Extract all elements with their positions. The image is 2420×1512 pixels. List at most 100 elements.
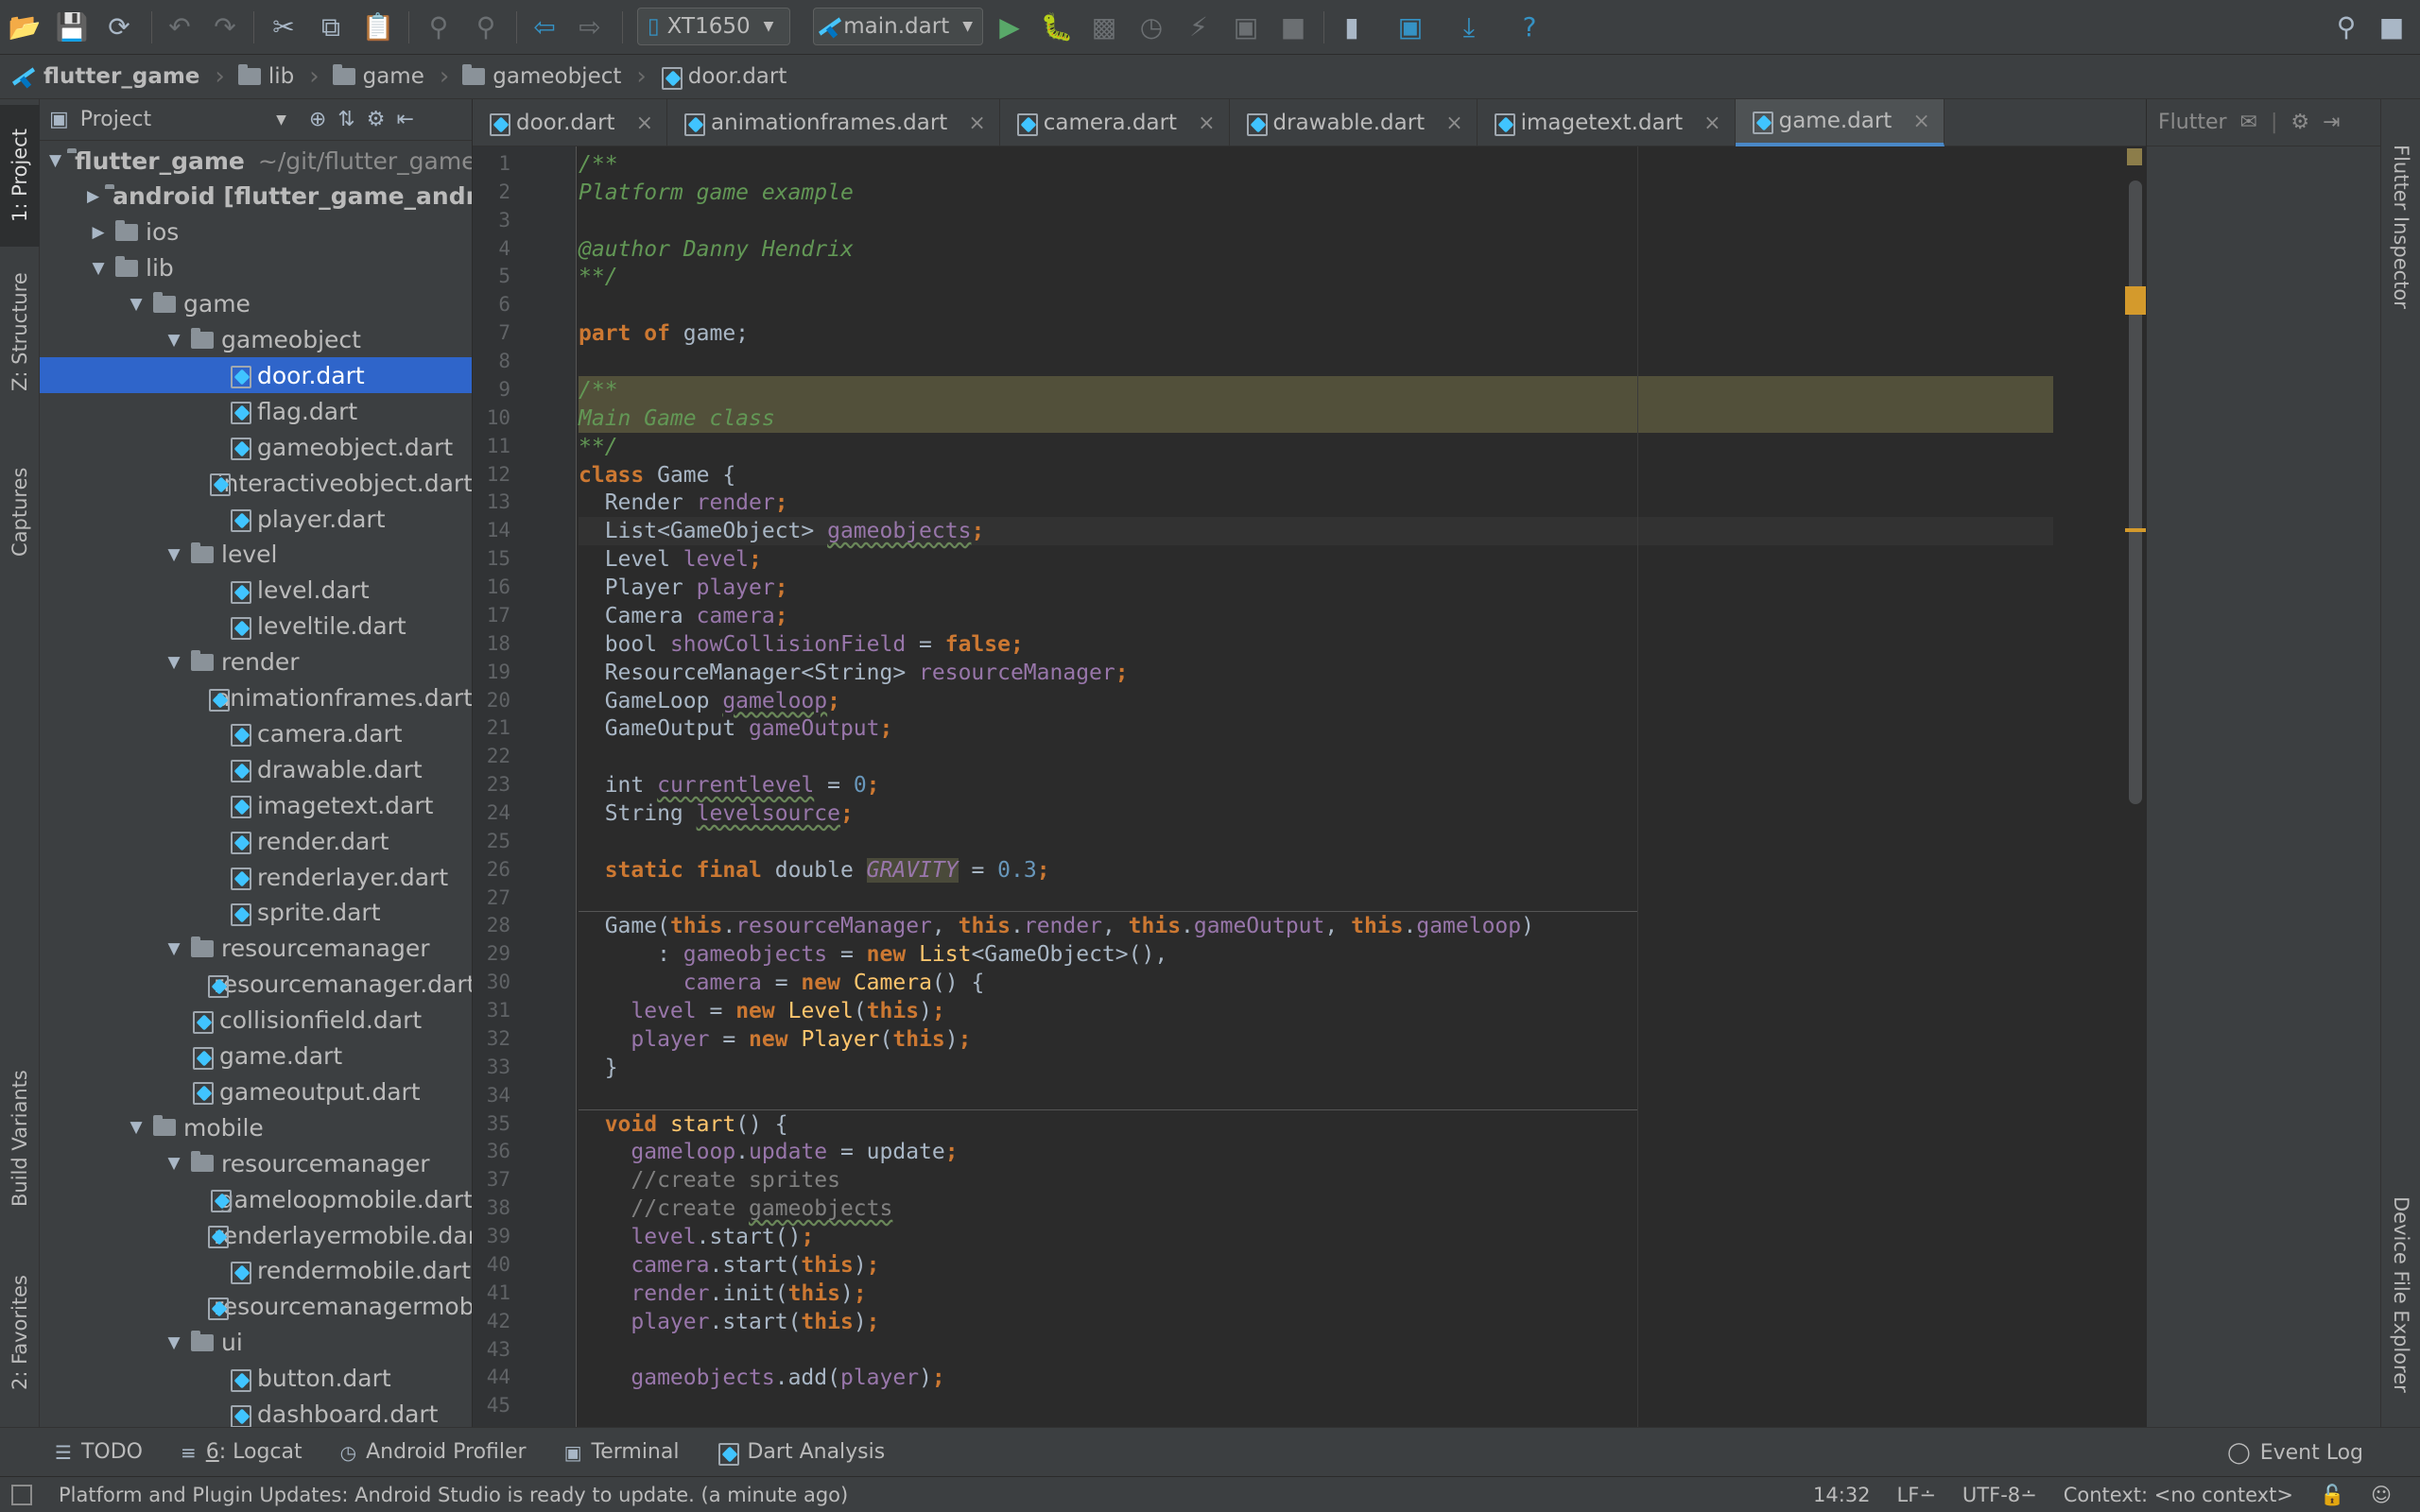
paste-icon[interactable]: 📋	[359, 9, 397, 46]
vertical-scrollbar[interactable]	[2129, 180, 2142, 804]
code-line[interactable]: static final double GRAVITY = 0.3;	[579, 856, 2053, 885]
code-line[interactable]: gameloop.update = update;	[579, 1138, 2053, 1166]
tool-tab-terminal[interactable]: ▣ Terminal	[564, 1440, 680, 1464]
device-selector[interactable]: ▯ XT1650 ▼	[637, 8, 790, 45]
expanded-arrow-icon[interactable]: ▼	[163, 939, 185, 958]
expanded-arrow-icon[interactable]: ▼	[125, 1118, 147, 1137]
tree-folder[interactable]: ▼ flutter_game ~/git/flutter_game	[40, 143, 472, 179]
inspector-icon[interactable]: ☺	[2371, 1484, 2392, 1506]
code-line[interactable]: level = new Level(this);	[579, 997, 2053, 1025]
tree-file[interactable]: resourcemanager.dart	[40, 967, 472, 1003]
tree-file[interactable]: camera.dart	[40, 715, 472, 751]
tree-folder[interactable]: ▼ ui	[40, 1325, 472, 1361]
expanded-arrow-icon[interactable]: ▼	[125, 295, 147, 314]
code-line[interactable]	[579, 1336, 2053, 1365]
code-line[interactable]: //create gameobjects	[579, 1194, 2053, 1223]
code-line[interactable]	[579, 207, 2053, 235]
tree-file[interactable]: button.dart	[40, 1361, 472, 1397]
tree-file[interactable]: imagetext.dart	[40, 787, 472, 823]
tree-folder[interactable]: ▼ resourcemanager	[40, 1145, 472, 1181]
find-icon[interactable]: ⚲	[420, 9, 458, 46]
project-view-selector[interactable]: Project	[80, 108, 151, 131]
hide-panel-icon[interactable]: ⇤	[396, 108, 413, 131]
save-all-icon[interactable]: 💾	[53, 9, 91, 46]
feedback-icon[interactable]: ✉	[2240, 111, 2257, 134]
tree-file[interactable]: render.dart	[40, 823, 472, 859]
tree-file[interactable]: resourcemanagermobile.dart	[40, 1289, 472, 1325]
code-editor[interactable]: 1 2 3 4 5 6 7 8 9 10 11 12 13 14 15 16 17 18 19 20 21 22 23 24 2…	[473, 146, 2146, 1427]
tree-folder[interactable]: ▼ game	[40, 286, 472, 322]
tool-tab-flutter-inspector[interactable]: Flutter Inspector	[2381, 118, 2420, 335]
code-line[interactable]: gameobjects.add(player);	[579, 1364, 2053, 1392]
tree-file[interactable]: level.dart	[40, 573, 472, 609]
locate-icon[interactable]: ⊕	[309, 108, 326, 131]
tool-tab-dart-analysis[interactable]: Dart Analysis	[717, 1440, 885, 1466]
code-line[interactable]	[579, 885, 2053, 913]
toggle-tool-windows-icon[interactable]	[11, 1485, 32, 1505]
expanded-arrow-icon[interactable]: ▼	[163, 1154, 185, 1173]
chevron-down-icon[interactable]: ▼	[276, 112, 286, 128]
tree-folder[interactable]: ▼ gameobject	[40, 322, 472, 358]
close-icon[interactable]: ×	[968, 112, 985, 135]
breadcrumb-item-gameobject[interactable]: gameobject ›	[462, 62, 660, 91]
back-icon[interactable]: ⇦	[526, 9, 563, 46]
code-line[interactable]: camera = new Camera() {	[579, 969, 2053, 997]
help-icon[interactable]: ?	[1511, 9, 1548, 46]
code-line[interactable]: : gameobjects = new List<GameObject>(),	[579, 940, 2053, 969]
close-icon[interactable]: ×	[1445, 112, 1462, 135]
tree-file[interactable]: gameloopmobile.dart	[40, 1181, 472, 1217]
cut-icon[interactable]: ✂	[265, 9, 302, 46]
close-icon[interactable]: ×	[1703, 112, 1720, 135]
lock-icon[interactable]: 🔓	[2320, 1484, 2344, 1507]
copy-icon[interactable]: ⧉	[312, 9, 350, 46]
code-line[interactable]	[579, 348, 2053, 376]
coverage-icon[interactable]: ▩	[1085, 9, 1123, 46]
collapse-all-icon[interactable]: ⇅	[337, 108, 354, 131]
sdk-manager-icon[interactable]: ⤓	[1450, 9, 1488, 46]
editor-tab[interactable]: imagetext.dart ×	[1478, 99, 1736, 146]
apply-changes-icon[interactable]: ▣	[1227, 9, 1265, 46]
undo-icon[interactable]: ↶	[161, 9, 199, 46]
hide-panel-icon[interactable]: ⇥	[2323, 111, 2340, 134]
expanded-arrow-icon[interactable]: ▼	[163, 653, 185, 672]
code-line[interactable]: GameOutput gameOutput;	[579, 714, 2053, 743]
code-line[interactable]: @author Danny Hendrix	[579, 235, 2053, 264]
tool-tab-structure[interactable]: Z: Structure	[0, 266, 40, 398]
code-line[interactable]: **/	[579, 433, 2053, 461]
close-icon[interactable]: ×	[1912, 110, 1929, 133]
tool-tab-favorites[interactable]: 2: Favorites	[0, 1252, 40, 1413]
tree-file[interactable]: renderlayermobile.dart	[40, 1217, 472, 1253]
code-line[interactable]: //create sprites	[579, 1166, 2053, 1194]
code-line[interactable]: String levelsource;	[579, 799, 2053, 828]
editor-tab[interactable]: door.dart ×	[473, 99, 668, 146]
tree-file[interactable]: gameoutput.dart	[40, 1074, 472, 1109]
tree-folder[interactable]: ▼ resourcemanager	[40, 931, 472, 967]
replace-icon[interactable]: ⚲	[467, 9, 505, 46]
code-line[interactable]: camera.start(this);	[579, 1251, 2053, 1280]
inspection-indicator-icon[interactable]	[2127, 148, 2142, 165]
collapsed-arrow-icon[interactable]: ▶	[87, 223, 110, 242]
tree-folder[interactable]: ▼ render	[40, 644, 472, 680]
tree-file[interactable]: leveltile.dart	[40, 609, 472, 644]
code-line[interactable]	[579, 743, 2053, 771]
tree-folder[interactable]: ▼ level	[40, 537, 472, 573]
tool-tab-event-log[interactable]: ◯ Event Log	[2227, 1428, 2363, 1477]
code-line[interactable]: Level level;	[579, 545, 2053, 574]
tree-folder[interactable]: ▶ android [flutter_game_android]	[40, 179, 472, 215]
search-everywhere-icon[interactable]: ⚲	[2327, 9, 2365, 46]
caret-position[interactable]: 14:32	[1813, 1484, 1871, 1506]
tree-file[interactable]: sprite.dart	[40, 895, 472, 931]
code-line[interactable]: Main Game class	[579, 404, 2053, 433]
tool-tab-build-variants[interactable]: Build Variants	[0, 1044, 40, 1233]
code-area[interactable]: /** Platform game example @author Danny He…	[579, 146, 2053, 1427]
expanded-arrow-icon[interactable]: ▼	[163, 1333, 185, 1352]
tree-folder[interactable]: ▼ lib	[40, 250, 472, 286]
code-line[interactable]: Camera camera;	[579, 602, 2053, 630]
tree-file[interactable]: renderlayer.dart	[40, 859, 472, 895]
redo-icon[interactable]: ↷	[206, 9, 244, 46]
run-config-selector[interactable]: main.dart ▼	[813, 8, 983, 45]
code-line[interactable]: Player player;	[579, 574, 2053, 602]
code-line[interactable]: List<GameObject> gameobjects;	[579, 517, 2053, 546]
expanded-arrow-icon[interactable]: ▼	[87, 259, 110, 278]
status-message[interactable]: Platform and Plugin Updates: Android Stu…	[59, 1484, 848, 1506]
